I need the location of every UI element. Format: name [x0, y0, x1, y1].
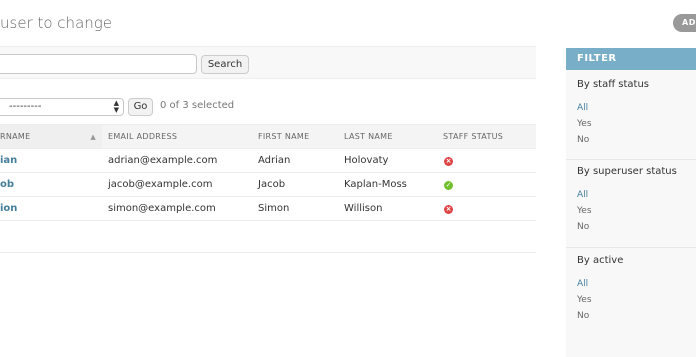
filter-option-all[interactable]: All — [566, 276, 696, 292]
first-name-cell: Adrian — [252, 148, 338, 173]
filter-header: FILTER — [566, 48, 696, 70]
results-table: RNAME ▲ EMAIL ADDRESS FIRST NAME LAST NA… — [0, 124, 536, 221]
filter-option-yes[interactable]: Yes — [566, 116, 696, 132]
table-row: ion simon@example.com Simon Willison × — [0, 196, 536, 221]
first-name-cell: Simon — [252, 196, 338, 221]
filter-divider — [566, 247, 696, 248]
column-header-username[interactable]: RNAME ▲ — [0, 124, 102, 149]
sort-ascending-icon[interactable]: ▲ — [90, 133, 96, 141]
search-input[interactable] — [0, 54, 197, 74]
first-name-cell: Jacob — [252, 172, 338, 197]
column-header-email[interactable]: EMAIL ADDRESS — [102, 124, 252, 149]
column-header-last-name[interactable]: LAST NAME — [338, 124, 437, 149]
actions-row: --------- ▲ ▼ Go 0 of 3 selected — [0, 98, 536, 116]
status-yes-icon: ✓ — [444, 181, 453, 190]
table-header-row: RNAME ▲ EMAIL ADDRESS FIRST NAME LAST NA… — [0, 124, 536, 149]
username-link[interactable]: ian — [0, 155, 17, 166]
search-bar: Search — [0, 46, 536, 79]
filter-option-no[interactable]: No — [566, 132, 696, 148]
status-no-icon: × — [444, 205, 453, 214]
filter-group-title: By active — [577, 255, 624, 266]
table-row: ob jacob@example.com Jacob Kaplan-Moss ✓ — [0, 172, 536, 197]
filter-option-all[interactable]: All — [566, 187, 696, 203]
column-header-staff-status[interactable]: STAFF STATUS — [437, 124, 536, 149]
filter-group-staff-status: By staff status All Yes No — [566, 79, 696, 148]
column-header-first-name[interactable]: FIRST NAME — [252, 124, 338, 149]
table-row: ian adrian@example.com Adrian Holovaty × — [0, 148, 536, 173]
filter-option-yes[interactable]: Yes — [566, 292, 696, 308]
filter-divider — [566, 159, 696, 160]
table-footer-divider — [0, 252, 536, 253]
username-link[interactable]: ob — [0, 179, 14, 190]
search-button[interactable]: Search — [201, 55, 249, 74]
last-name-cell: Willison — [338, 196, 437, 221]
go-button[interactable]: Go — [128, 98, 153, 116]
filter-group-title: By superuser status — [577, 166, 677, 177]
email-cell: adrian@example.com — [102, 148, 252, 173]
selected-count: 0 of 3 selected — [160, 100, 235, 111]
column-header-username-label: RNAME — [0, 132, 31, 141]
last-name-cell: Kaplan-Moss — [338, 172, 437, 197]
add-user-button[interactable]: ADD — [673, 14, 696, 32]
filter-group-superuser-status: By superuser status All Yes No — [566, 166, 696, 235]
filter-group-title: By staff status — [577, 79, 650, 90]
email-cell: jacob@example.com — [102, 172, 252, 197]
filter-panel: FILTER By staff status All Yes No By sup… — [566, 48, 696, 357]
filter-option-no[interactable]: No — [566, 219, 696, 235]
email-cell: simon@example.com — [102, 196, 252, 221]
select-arrows-icon: ▲ ▼ — [113, 99, 119, 114]
action-select[interactable]: --------- ▲ ▼ — [0, 98, 124, 116]
filter-option-yes[interactable]: Yes — [566, 203, 696, 219]
last-name-cell: Holovaty — [338, 148, 437, 173]
page-title: user to change — [0, 14, 112, 32]
filter-option-all[interactable]: All — [566, 100, 696, 116]
action-select-value: --------- — [9, 101, 42, 112]
filter-option-no[interactable]: No — [566, 308, 696, 324]
username-link[interactable]: ion — [0, 203, 17, 214]
filter-group-active: By active All Yes No — [566, 255, 696, 324]
status-no-icon: × — [444, 157, 453, 166]
